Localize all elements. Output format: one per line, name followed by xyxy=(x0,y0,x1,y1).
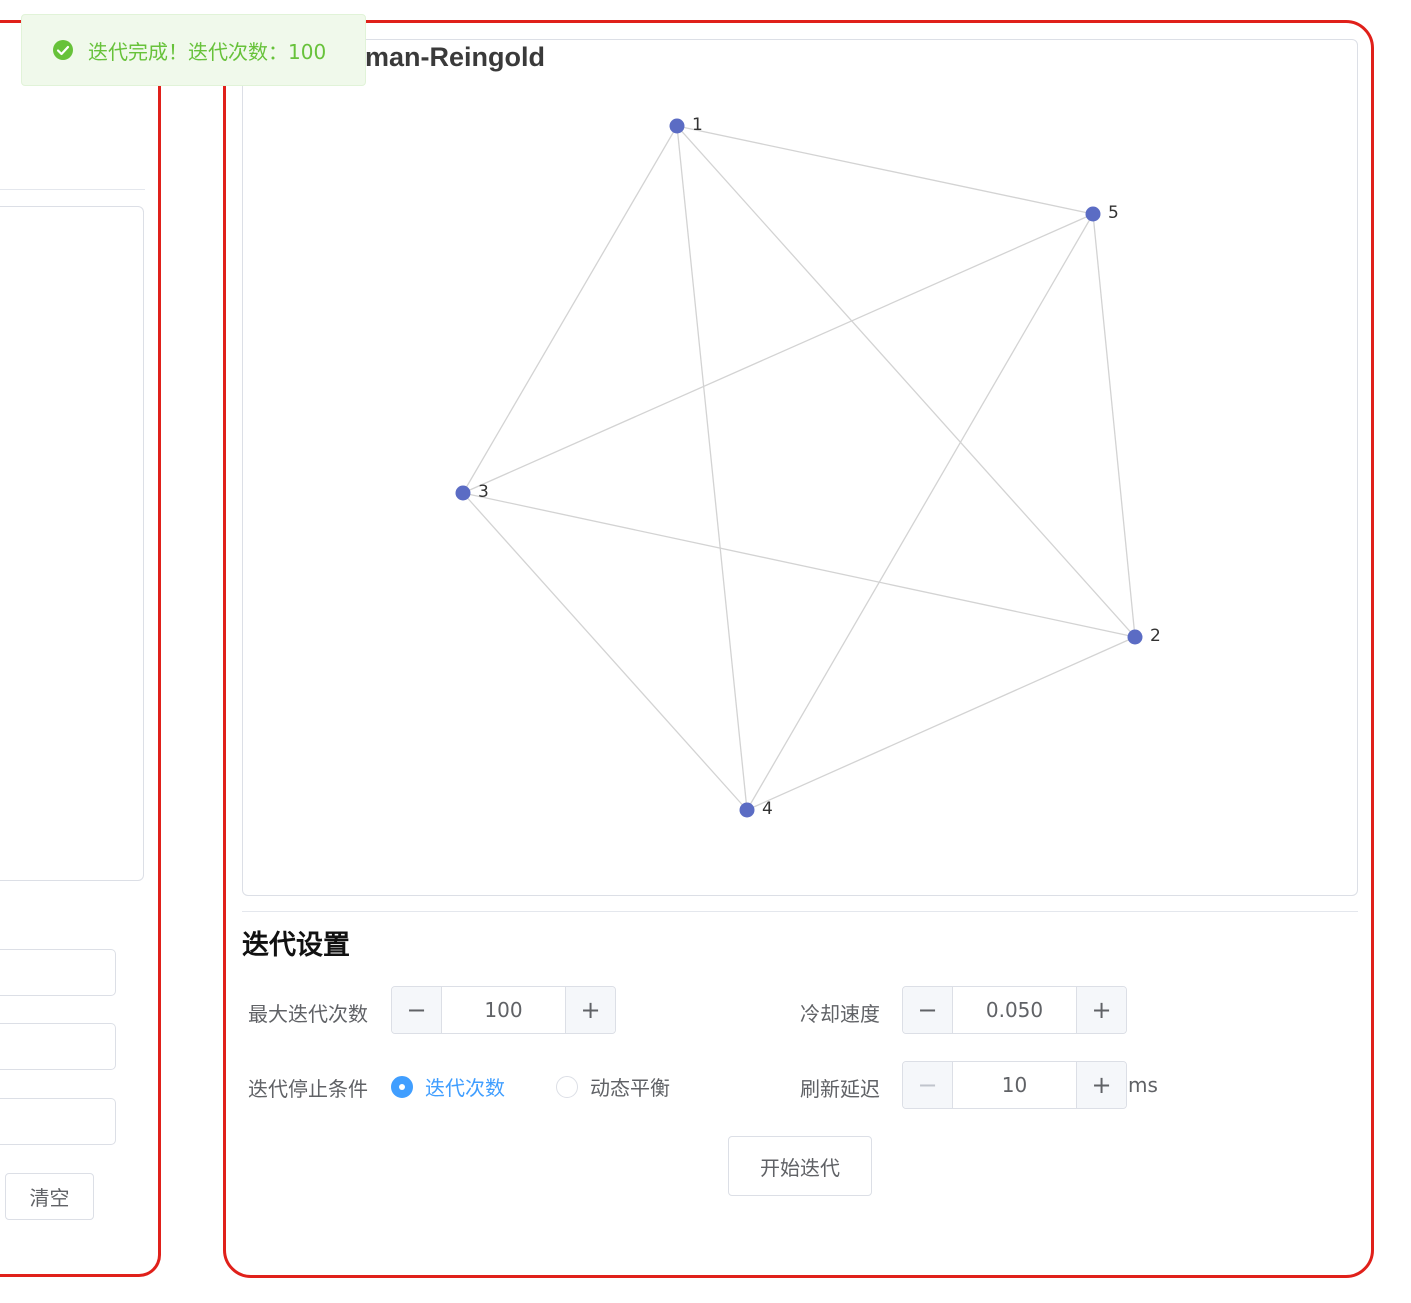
graph-edge-4-2 xyxy=(746,636,1136,811)
radio-iterations-dot xyxy=(391,1075,413,1098)
left-panel: 清空 xyxy=(0,20,161,1277)
graph-edge-1-3 xyxy=(462,125,678,494)
max-iter-decrement-button[interactable]: − xyxy=(392,987,442,1033)
radio-iterations-label: 迭代次数 xyxy=(425,1076,505,1100)
stop-condition-label: 迭代停止条件 xyxy=(248,1077,368,1101)
max-iter-increment-button[interactable]: + xyxy=(565,987,615,1033)
graph-edge-3-2 xyxy=(462,492,1136,638)
section-divider xyxy=(242,911,1358,912)
max-iter-label: 最大迭代次数 xyxy=(248,1002,368,1026)
graph-node-label-1: 1 xyxy=(692,115,703,135)
graph-node-3[interactable] xyxy=(455,485,471,501)
refresh-delay-stepper: − 10 + xyxy=(902,1061,1127,1109)
radio-equilibrium-label: 动态平衡 xyxy=(590,1076,670,1100)
graph-canvas[interactable]: man-Reingold 12345 xyxy=(242,39,1358,896)
radio-equilibrium[interactable]: 动态平衡 xyxy=(556,1072,670,1101)
graph-node-5[interactable] xyxy=(1085,206,1101,222)
max-iter-input[interactable]: 100 xyxy=(442,987,565,1033)
graph-edge-1-4 xyxy=(676,125,748,811)
left-input-2[interactable] xyxy=(0,1023,116,1070)
left-input-3[interactable] xyxy=(0,1098,116,1145)
graph-edge-1-2 xyxy=(676,125,1136,638)
graph-edge-5-3 xyxy=(462,213,1094,494)
cooling-stepper: − 0.050 + xyxy=(902,986,1127,1034)
left-textarea[interactable] xyxy=(0,206,144,881)
graph-node-label-5: 5 xyxy=(1108,203,1119,223)
radio-iterations[interactable]: 迭代次数 xyxy=(391,1072,505,1101)
graph-edge-3-4 xyxy=(462,492,748,811)
refresh-delay-increment-button[interactable]: + xyxy=(1076,1062,1126,1108)
graph-edge-5-4 xyxy=(746,213,1094,811)
start-iteration-button[interactable]: 开始迭代 xyxy=(728,1136,872,1196)
graph-node-label-4: 4 xyxy=(762,799,773,819)
refresh-delay-label: 刷新延迟 xyxy=(800,1077,880,1101)
graph-edge-5-2 xyxy=(1092,213,1136,638)
refresh-delay-decrement-button[interactable]: − xyxy=(903,1062,953,1108)
graph-node-label-3: 3 xyxy=(478,482,489,502)
cooling-increment-button[interactable]: + xyxy=(1076,987,1126,1033)
refresh-delay-unit: ms xyxy=(1128,1073,1158,1097)
success-check-icon xyxy=(53,40,73,60)
refresh-delay-input[interactable]: 10 xyxy=(953,1062,1076,1108)
graph-svg: 1 2 3 4 5 xyxy=(455,115,1161,819)
radio-equilibrium-dot xyxy=(556,1075,578,1098)
edges-layer xyxy=(462,125,1136,811)
graph-node-4[interactable] xyxy=(739,802,755,818)
max-iter-stepper: − 100 + xyxy=(391,986,616,1034)
graph-node-label-2: 2 xyxy=(1150,626,1161,646)
cooling-label: 冷却速度 xyxy=(800,1002,880,1026)
cooling-decrement-button[interactable]: − xyxy=(903,987,953,1033)
right-panel: man-Reingold 12345 迭代设置 最大迭代次数 − 100 + 冷… xyxy=(223,20,1374,1278)
toast-message: 迭代完成！迭代次数：100 xyxy=(88,39,327,64)
graph-node-1[interactable] xyxy=(669,118,685,134)
graph-node-2[interactable] xyxy=(1127,629,1143,645)
nodes-layer: 1 2 3 4 5 xyxy=(455,115,1161,819)
clear-button[interactable]: 清空 xyxy=(5,1173,94,1220)
left-input-1[interactable] xyxy=(0,949,116,996)
settings-title: 迭代设置 xyxy=(242,930,350,961)
left-divider xyxy=(0,189,145,190)
success-toast: 迭代完成！迭代次数：100 xyxy=(21,14,366,86)
graph-edge-1-5 xyxy=(676,125,1094,215)
cooling-input[interactable]: 0.050 xyxy=(953,987,1076,1033)
